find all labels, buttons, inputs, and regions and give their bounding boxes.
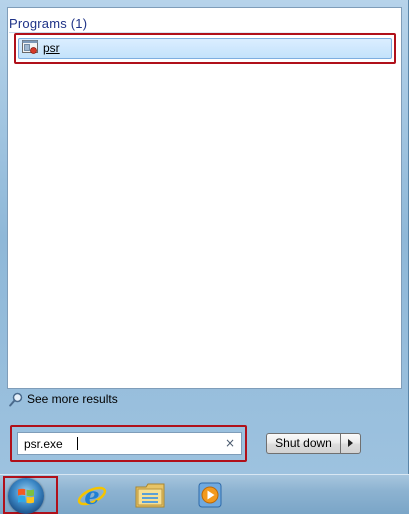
result-item-psr[interactable]: psr (18, 38, 392, 59)
start-button[interactable] (8, 478, 44, 514)
see-more-results-label: See more results (27, 392, 118, 406)
text-caret (77, 437, 78, 450)
clear-search-icon[interactable]: × (225, 436, 235, 450)
programs-section-header: Programs (1) (9, 16, 88, 31)
search-box: × (17, 432, 242, 455)
start-menu: Programs (1) psr See more results × Shut… (0, 0, 409, 474)
windows-explorer-icon[interactable] (134, 478, 168, 512)
search-input[interactable] (18, 433, 224, 454)
windows-logo-icon (18, 488, 34, 504)
internet-explorer-icon[interactable]: e (75, 478, 109, 512)
media-player-icon[interactable] (193, 478, 227, 512)
search-icon (9, 392, 23, 407)
steps-recorder-icon (22, 40, 38, 54)
shutdown-options-button[interactable] (340, 433, 361, 454)
arrow-right-icon (348, 439, 353, 447)
result-item-label: psr (43, 41, 60, 55)
svg-text:e: e (84, 481, 99, 510)
shutdown-control: Shut down (266, 433, 361, 454)
search-results-pane (7, 7, 402, 389)
shutdown-button[interactable]: Shut down (266, 433, 340, 454)
